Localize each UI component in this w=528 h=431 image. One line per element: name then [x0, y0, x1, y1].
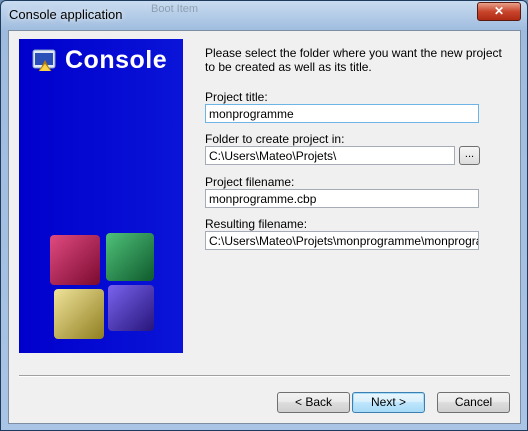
folder-label: Folder to create project in: [205, 132, 345, 146]
folder-input[interactable]: C:\Users\Mateo\Projets\ [205, 146, 455, 165]
project-filename-label: Project filename: [205, 175, 295, 189]
banner-title: Console [65, 46, 168, 74]
project-title-input[interactable]: monprogramme [205, 104, 479, 123]
dialog-client-area: Console Please select the folder where y… [8, 30, 521, 424]
back-button[interactable]: < Back [277, 392, 350, 413]
cancel-button[interactable]: Cancel [437, 392, 510, 413]
wizard-window: Boot Item Console application ✕ Console [0, 0, 528, 431]
resulting-filename-label: Resulting filename: [205, 217, 308, 231]
browse-folder-button[interactable]: ... [459, 146, 480, 165]
wizard-banner: Console [19, 39, 183, 353]
console-app-icon [32, 49, 56, 72]
cube-purple [108, 285, 154, 331]
instructions-text: Please select the folder where you want … [205, 46, 502, 74]
close-icon: ✕ [493, 4, 505, 18]
window-title: Console application [9, 7, 123, 22]
resulting-filename-field: C:\Users\Mateo\Projets\monprogramme\monp… [205, 231, 479, 250]
cube-red [50, 235, 100, 285]
codeblocks-cubes-logo [50, 233, 154, 339]
button-separator [19, 375, 510, 377]
close-button[interactable]: ✕ [477, 2, 521, 21]
background-window-title: Boot Item [151, 3, 199, 15]
title-bar[interactable]: Boot Item Console application ✕ [1, 1, 527, 29]
project-filename-input[interactable]: monprogramme.cbp [205, 189, 479, 208]
next-button[interactable]: Next > [352, 392, 425, 413]
project-title-label: Project title: [205, 90, 268, 104]
cube-green [106, 233, 154, 281]
cube-yellow [54, 289, 104, 339]
